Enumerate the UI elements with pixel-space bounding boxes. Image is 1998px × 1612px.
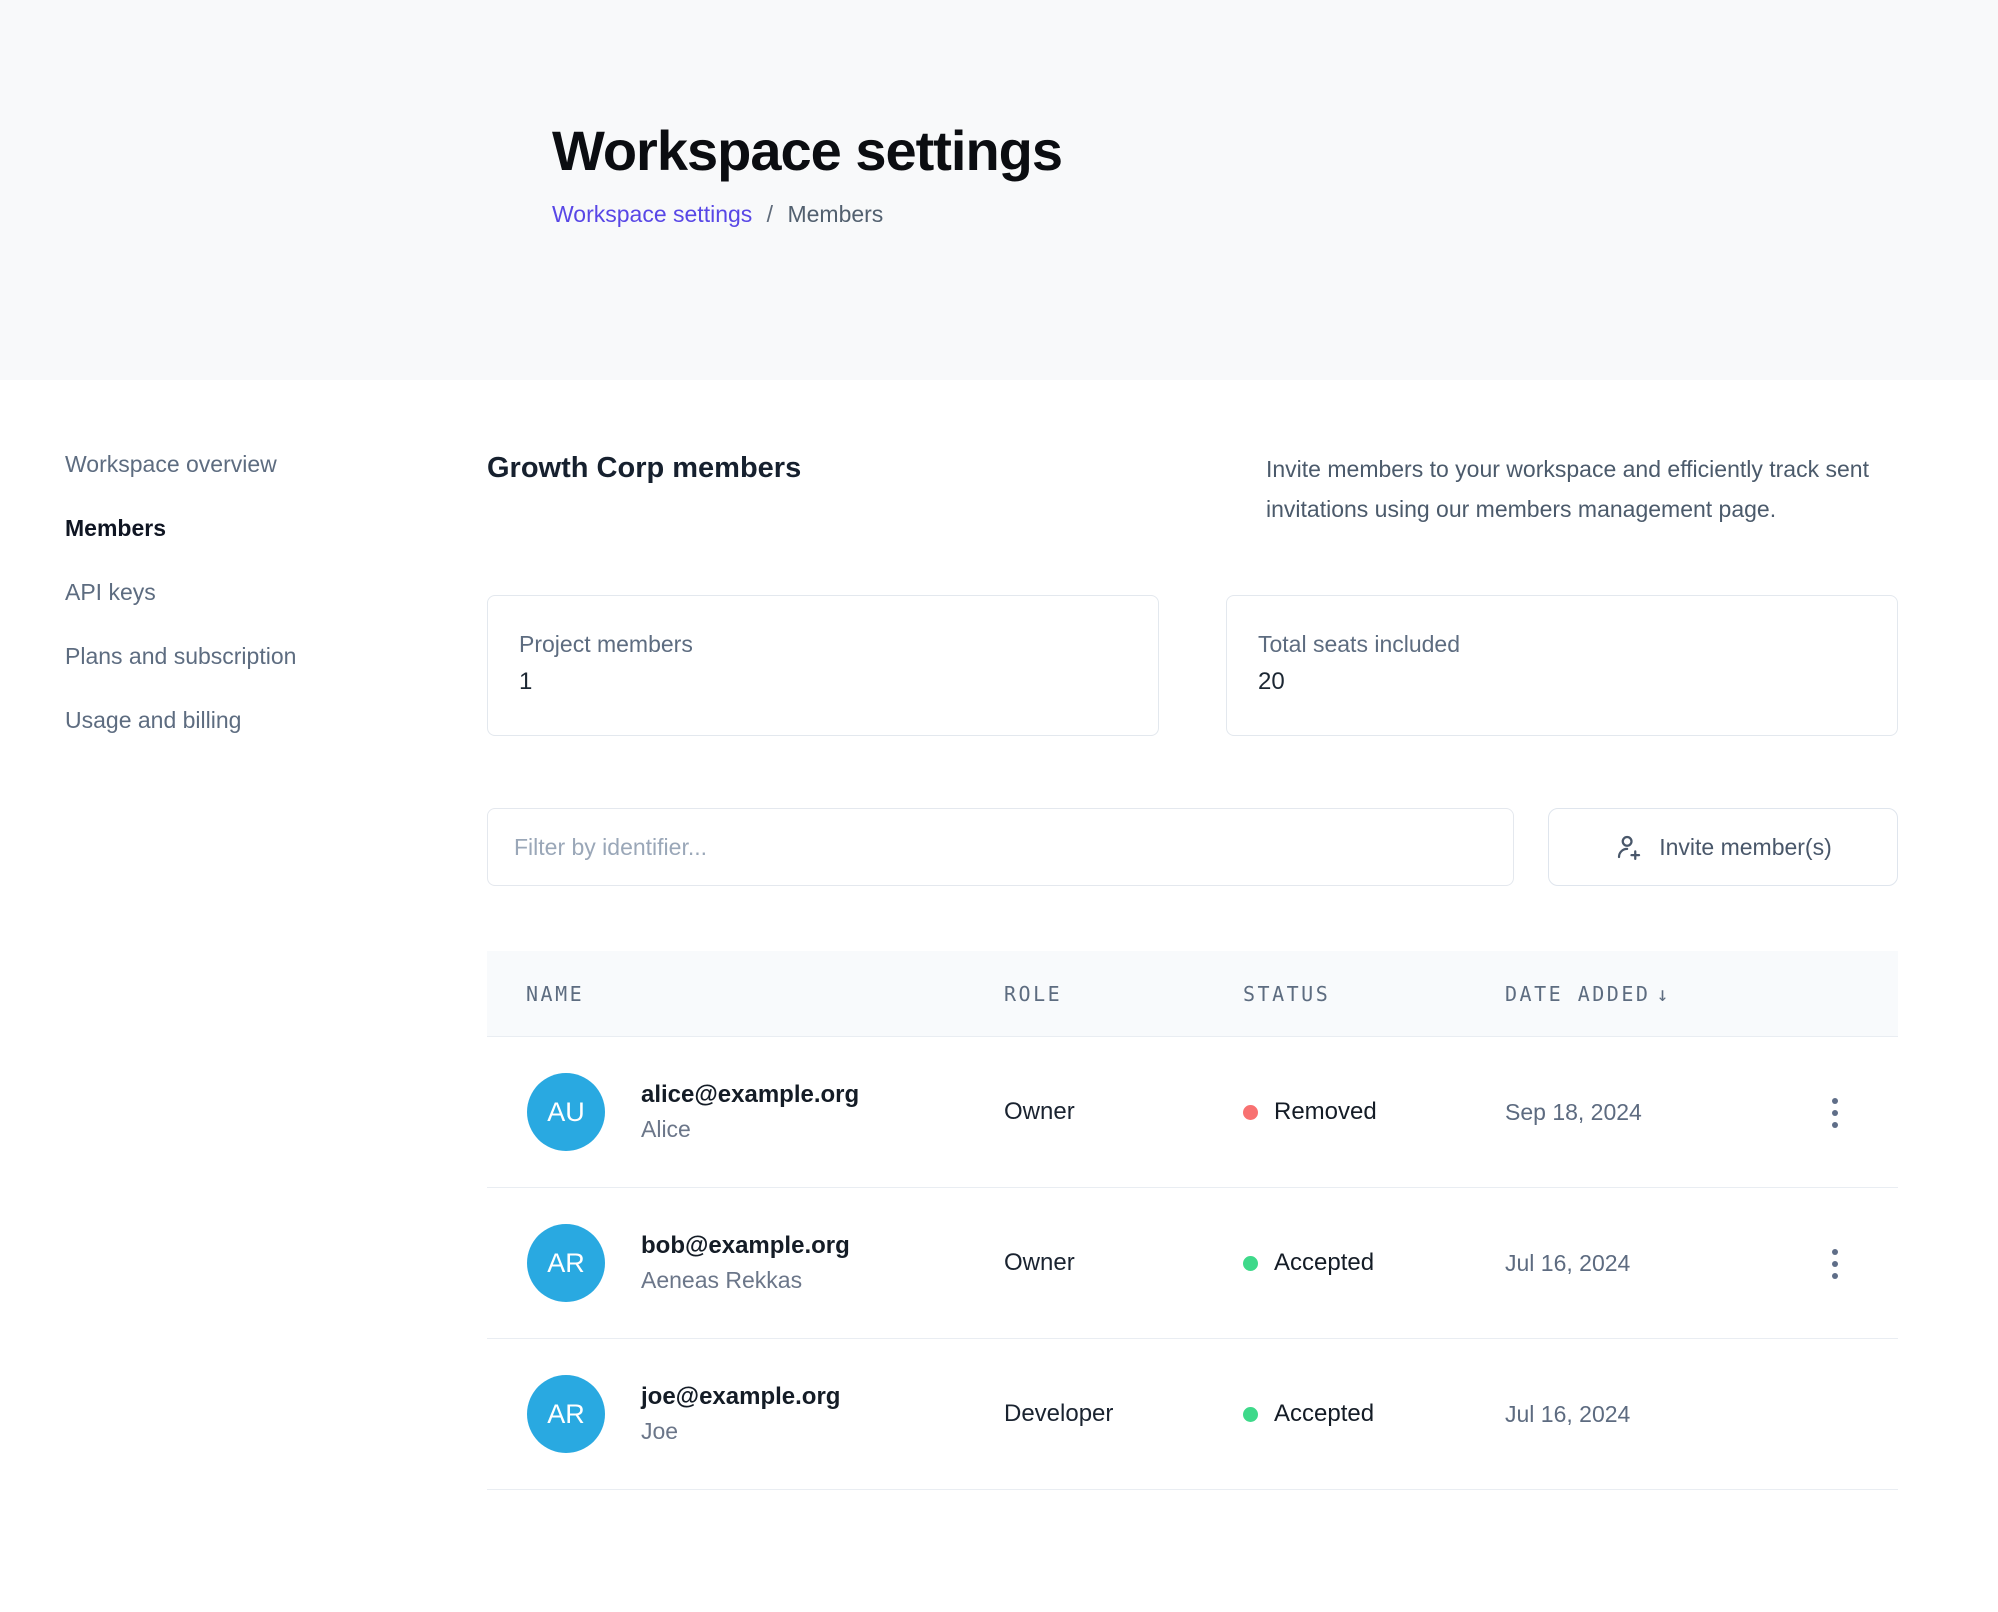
member-identity: bob@example.org Aeneas Rekkas <box>641 1232 850 1294</box>
column-header-role: ROLE <box>1004 982 1243 1006</box>
status-label: Removed <box>1274 1098 1377 1126</box>
members-panel-header: Growth Corp members Invite members to yo… <box>487 449 1898 529</box>
member-status-cell: Accepted <box>1243 1400 1505 1428</box>
status-dot <box>1243 1407 1258 1422</box>
avatar: AR <box>527 1224 605 1302</box>
member-email: joe@example.org <box>641 1383 840 1411</box>
invite-members-label: Invite member(s) <box>1659 834 1832 861</box>
table-row: AR bob@example.org Aeneas Rekkas Owner A… <box>487 1188 1898 1339</box>
member-display-name: Aeneas Rekkas <box>641 1267 850 1294</box>
members-panel: Growth Corp members Invite members to yo… <box>487 380 1898 1490</box>
table-header-row: NAME ROLE STATUS DATE ADDED↓ <box>487 951 1898 1037</box>
member-display-name: Alice <box>641 1116 859 1143</box>
invite-members-button[interactable]: Invite member(s) <box>1548 808 1898 886</box>
members-heading: Growth Corp members <box>487 449 801 529</box>
page-header: Workspace settings Workspace settings / … <box>0 0 1998 380</box>
table-row: AU alice@example.org Alice Owner Removed… <box>487 1037 1898 1188</box>
stat-value: 20 <box>1258 668 1897 696</box>
sidebar-item-workspace-overview[interactable]: Workspace overview <box>65 449 487 479</box>
stat-label: Total seats included <box>1258 631 1897 658</box>
content-area: Workspace overview Members API keys Plan… <box>0 380 1998 1490</box>
status-dot <box>1243 1256 1258 1271</box>
member-name-cell: AU alice@example.org Alice <box>487 1073 1004 1151</box>
stat-value: 1 <box>519 668 1158 696</box>
sidebar-item-plans-and-subscription[interactable]: Plans and subscription <box>65 641 487 671</box>
filter-input[interactable] <box>487 808 1514 886</box>
sidebar-item-api-keys[interactable]: API keys <box>65 577 487 607</box>
status-label: Accepted <box>1274 1400 1374 1428</box>
sidebar-item-usage-and-billing[interactable]: Usage and billing <box>65 705 487 735</box>
row-menu-kebab-icon[interactable] <box>1826 1092 1844 1134</box>
settings-sidebar: Workspace overview Members API keys Plan… <box>0 380 487 1490</box>
member-date-added: Jul 16, 2024 <box>1505 1250 1779 1277</box>
member-email: bob@example.org <box>641 1232 850 1260</box>
page-title: Workspace settings <box>552 118 1998 183</box>
member-status-cell: Accepted <box>1243 1249 1505 1277</box>
member-role: Owner <box>1004 1249 1243 1277</box>
status-label: Accepted <box>1274 1249 1374 1277</box>
avatar: AU <box>527 1073 605 1151</box>
member-email: alice@example.org <box>641 1081 859 1109</box>
member-date-added: Sep 18, 2024 <box>1505 1099 1779 1126</box>
column-header-date-added[interactable]: DATE ADDED↓ <box>1505 982 1779 1006</box>
member-actions-cell <box>1779 1242 1898 1285</box>
avatar: AR <box>527 1375 605 1453</box>
row-menu-kebab-icon[interactable] <box>1826 1243 1844 1285</box>
sort-descending-icon: ↓ <box>1656 982 1668 1006</box>
member-role: Owner <box>1004 1098 1243 1126</box>
member-name-cell: AR joe@example.org Joe <box>487 1375 1004 1453</box>
breadcrumb: Workspace settings / Members <box>552 201 1998 228</box>
member-display-name: Joe <box>641 1418 840 1445</box>
column-header-status: STATUS <box>1243 982 1505 1006</box>
table-row: AR joe@example.org Joe Developer Accepte… <box>487 1339 1898 1490</box>
member-name-cell: AR bob@example.org Aeneas Rekkas <box>487 1224 1004 1302</box>
member-identity: joe@example.org Joe <box>641 1383 840 1445</box>
column-header-name: NAME <box>487 982 1004 1006</box>
stat-card-project-members: Project members 1 <box>487 595 1159 736</box>
status-dot <box>1243 1105 1258 1120</box>
breadcrumb-separator: / <box>767 201 773 227</box>
user-plus-icon <box>1614 832 1644 862</box>
member-role: Developer <box>1004 1400 1243 1428</box>
breadcrumb-current: Members <box>787 201 883 227</box>
member-date-added: Jul 16, 2024 <box>1505 1401 1779 1428</box>
breadcrumb-link-workspace-settings[interactable]: Workspace settings <box>552 201 752 227</box>
sidebar-item-members[interactable]: Members <box>65 513 487 543</box>
stats-row: Project members 1 Total seats included 2… <box>487 595 1898 736</box>
members-table: NAME ROLE STATUS DATE ADDED↓ AU alice@ex… <box>487 951 1898 1490</box>
stat-card-total-seats: Total seats included 20 <box>1226 595 1898 736</box>
filter-toolbar: Invite member(s) <box>487 808 1898 886</box>
member-actions-cell <box>1779 1091 1898 1134</box>
members-description: Invite members to your workspace and eff… <box>1266 449 1898 529</box>
member-status-cell: Removed <box>1243 1098 1505 1126</box>
member-identity: alice@example.org Alice <box>641 1081 859 1143</box>
stat-label: Project members <box>519 631 1158 658</box>
